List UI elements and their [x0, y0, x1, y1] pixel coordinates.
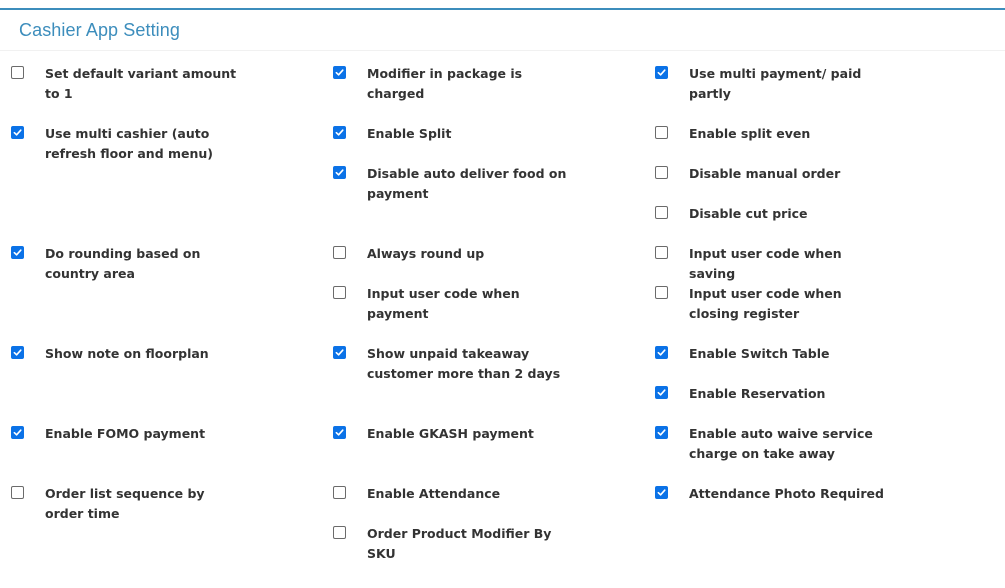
setting-label: Set default variant amount to 1: [45, 66, 237, 101]
setting-label: Always round up: [367, 246, 485, 261]
setting-label: Disable cut price: [689, 206, 808, 221]
setting-label: Enable Switch Table: [689, 346, 830, 361]
setting-label: Input user code when saving: [689, 246, 842, 281]
setting-label: Enable Attendance: [367, 486, 501, 501]
checkbox-checked[interactable]: [655, 486, 668, 499]
checkbox-checked[interactable]: [333, 66, 346, 79]
checkbox-checked[interactable]: [655, 66, 668, 79]
setting-label: Enable FOMO payment: [45, 426, 206, 441]
setting-label: Enable split even: [689, 126, 811, 141]
checkbox-checked[interactable]: [333, 166, 346, 179]
setting-label: Attendance Photo Required: [689, 486, 884, 501]
checkbox-checked[interactable]: [11, 126, 24, 139]
setting-label: Enable auto waive service charge on take…: [689, 426, 873, 461]
checkbox-unchecked[interactable]: [333, 246, 346, 259]
checkbox-checked[interactable]: [655, 426, 668, 439]
checkbox-unchecked[interactable]: [333, 486, 346, 499]
checkbox-checked[interactable]: [333, 346, 346, 359]
checkbox-checked[interactable]: [11, 246, 24, 259]
checkbox-checked[interactable]: [11, 346, 24, 359]
setting-label: Enable Split: [367, 126, 452, 141]
setting-label: Enable Reservation: [689, 386, 826, 401]
checkbox-checked[interactable]: [655, 386, 668, 399]
setting-label: Input user code when closing register: [689, 286, 842, 321]
panel-header: Cashier App Setting: [0, 10, 1005, 51]
checkbox-unchecked[interactable]: [655, 206, 668, 219]
setting-label: Show note on floorplan: [45, 346, 209, 361]
checkbox-unchecked[interactable]: [11, 66, 24, 79]
checkbox-unchecked[interactable]: [333, 526, 346, 539]
setting-label: Show unpaid takeaway customer more than …: [367, 346, 561, 381]
setting-label: Disable auto deliver food on payment: [367, 166, 567, 201]
setting-label: Input user code when payment: [367, 286, 520, 321]
setting-label: Disable manual order: [689, 166, 841, 181]
checkbox-checked[interactable]: [333, 426, 346, 439]
setting-label: Use multi cashier (auto refresh floor an…: [45, 126, 214, 161]
checkbox-unchecked[interactable]: [655, 166, 668, 179]
setting-label: Use multi payment/ paid partly: [689, 66, 862, 101]
setting-label: Order Product Modifier By SKU: [367, 526, 552, 561]
checkbox-unchecked[interactable]: [655, 126, 668, 139]
checkbox-unchecked[interactable]: [11, 486, 24, 499]
checkbox-unchecked[interactable]: [333, 286, 346, 299]
panel-title: Cashier App Setting: [19, 20, 180, 40]
setting-label: Order list sequence by order time: [45, 486, 205, 521]
setting-label: Modifier in package is charged: [367, 66, 523, 101]
checkbox-unchecked[interactable]: [655, 286, 668, 299]
setting-label: Enable GKASH payment: [367, 426, 534, 441]
checkbox-checked[interactable]: [11, 426, 24, 439]
checkbox-checked[interactable]: [333, 126, 346, 139]
checkbox-checked[interactable]: [655, 346, 668, 359]
checkbox-unchecked[interactable]: [655, 246, 668, 259]
setting-label: Do rounding based on country area: [45, 246, 201, 281]
